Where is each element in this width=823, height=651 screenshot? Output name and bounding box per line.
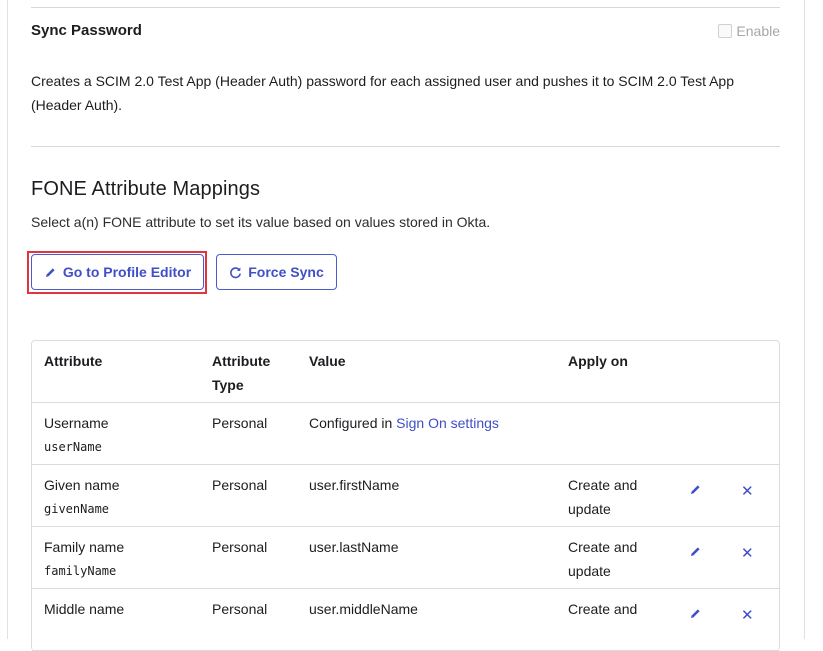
attribute-name: Given name: [44, 477, 120, 493]
table-header-row: Attribute Attribute Type Value Apply on: [32, 341, 779, 403]
attribute-name: Middle name: [44, 601, 125, 617]
refresh-icon: [229, 266, 242, 279]
table-row: Given name givenName Personal user.first…: [32, 465, 779, 527]
header-apply-on: Apply on: [568, 353, 628, 369]
force-sync-button[interactable]: Force Sync: [216, 254, 337, 290]
attribute-name: Family name: [44, 539, 125, 555]
go-to-profile-editor-label: Go to Profile Editor: [62, 264, 192, 280]
attribute-type: Personal: [212, 477, 268, 493]
table-row: Family name familyName Personal user.las…: [32, 527, 779, 589]
edit-pencil-icon[interactable]: [689, 483, 702, 501]
value-text: user.lastName: [309, 539, 399, 555]
header-attribute: Attribute: [44, 353, 103, 369]
value-text: user.firstName: [309, 477, 400, 493]
sign-on-settings-link[interactable]: Sign On settings: [396, 415, 499, 431]
delete-x-icon[interactable]: ✕: [741, 482, 754, 500]
delete-x-icon[interactable]: ✕: [741, 606, 754, 624]
sync-password-description: Creates a SCIM 2.0 Test App (Header Auth…: [31, 73, 734, 113]
attribute-cell: Username userName: [44, 411, 204, 459]
force-sync-label: Force Sync: [248, 264, 324, 280]
attribute-mappings-table: Attribute Attribute Type Value Apply on …: [31, 340, 780, 651]
attribute-type: Personal: [212, 539, 268, 555]
header-attribute-type: Attribute Type: [212, 353, 271, 393]
attribute-variable: familyName: [44, 564, 117, 578]
sync-password-title: Sync Password: [31, 22, 142, 39]
header-value: Value: [309, 353, 346, 369]
pencil-icon: [44, 266, 57, 279]
go-to-profile-editor-button[interactable]: Go to Profile Editor: [31, 254, 204, 290]
table-row: Middle name Personal user.middleName Cre…: [32, 589, 779, 651]
apply-on: Create and update: [568, 539, 638, 579]
attribute-cell: Middle name: [44, 597, 204, 621]
edit-pencil-icon[interactable]: [689, 607, 702, 625]
attribute-mappings-title: FONE Attribute Mappings: [31, 178, 261, 200]
apply-on: Create and update: [568, 477, 638, 517]
apply-on: Create and: [568, 601, 638, 617]
section-divider: [31, 146, 780, 147]
attribute-cell: Given name givenName: [44, 473, 204, 521]
attribute-variable: givenName: [44, 502, 110, 516]
attribute-cell: Family name familyName: [44, 535, 204, 583]
top-divider: [31, 7, 780, 8]
attribute-type: Personal: [212, 601, 268, 617]
value-text: user.middleName: [309, 601, 418, 617]
attribute-mappings-description: Select a(n) FONE attribute to set its va…: [31, 214, 491, 230]
attribute-name: Username: [44, 415, 109, 431]
attribute-variable: userName: [44, 440, 102, 454]
attribute-type: Personal: [212, 415, 268, 431]
enable-checkbox-group[interactable]: Enable: [718, 23, 780, 39]
delete-x-icon[interactable]: ✕: [741, 544, 754, 562]
enable-label: Enable: [736, 23, 780, 39]
enable-checkbox[interactable]: [718, 24, 733, 38]
table-row: Username userName Personal Configured in…: [32, 403, 779, 465]
edit-pencil-icon[interactable]: [689, 545, 702, 563]
value-cell: Configured in Sign On settings: [309, 411, 559, 435]
value-text: Configured in: [309, 415, 397, 431]
